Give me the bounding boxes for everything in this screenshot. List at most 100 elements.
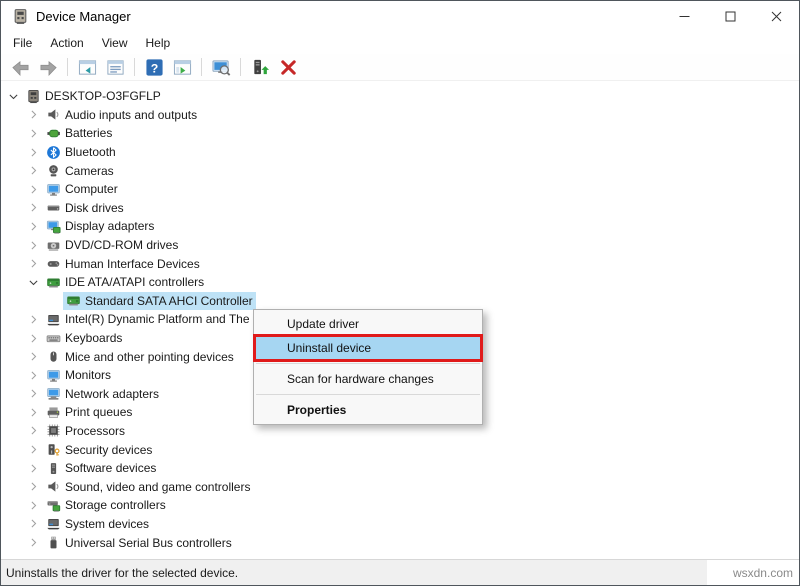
menu-view[interactable]: View xyxy=(93,33,137,53)
update-driver-icon xyxy=(251,58,270,77)
tree-item-label: DESKTOP-O3FGFLP xyxy=(43,89,161,103)
window-title: Device Manager xyxy=(36,9,131,24)
tree-item-label: Security devices xyxy=(63,443,152,457)
tree-item-computer[interactable]: Computer xyxy=(1,180,799,199)
tree-item-batteries[interactable]: Batteries xyxy=(1,124,799,143)
help-button[interactable]: ? xyxy=(141,55,167,79)
console-tree-icon xyxy=(78,58,97,77)
chevron-collapsed-icon[interactable] xyxy=(23,403,43,421)
forward-icon xyxy=(39,58,58,77)
chevron-spacer xyxy=(43,292,63,310)
chevron-collapsed-icon[interactable] xyxy=(23,255,43,273)
properties-button[interactable] xyxy=(102,55,128,79)
window-controls xyxy=(661,1,799,32)
chevron-collapsed-icon[interactable] xyxy=(23,515,43,533)
menu-action[interactable]: Action xyxy=(41,33,92,53)
scan-for-hardware-changes-button[interactable] xyxy=(208,55,234,79)
tree-item-label: Disk drives xyxy=(63,201,124,215)
minimize-button[interactable] xyxy=(661,1,707,32)
tree-item-ide-ata-atapi-controllers[interactable]: IDE ATA/ATAPI controllers xyxy=(1,273,799,292)
tree-item-universal-serial-bus-controllers[interactable]: Universal Serial Bus controllers xyxy=(1,533,799,552)
tree-item-security-devices[interactable]: Security devices xyxy=(1,440,799,459)
tree-item-label: Network adapters xyxy=(63,387,159,401)
forward-button[interactable] xyxy=(35,55,61,79)
chevron-collapsed-icon[interactable] xyxy=(23,106,43,124)
chevron-expanded-icon[interactable] xyxy=(23,273,43,291)
tree-item-audio-inputs-and-outputs[interactable]: Audio inputs and outputs xyxy=(1,106,799,125)
camera-icon xyxy=(43,162,63,180)
chevron-collapsed-icon[interactable] xyxy=(23,199,43,217)
tree-item-label: DVD/CD-ROM drives xyxy=(63,238,178,252)
status-text: Uninstalls the driver for the selected d… xyxy=(6,566,238,580)
tree-item-label: System devices xyxy=(63,517,149,531)
keyboard-icon xyxy=(43,329,63,347)
chevron-collapsed-icon[interactable] xyxy=(23,459,43,477)
chevron-collapsed-icon[interactable] xyxy=(23,366,43,384)
chevron-collapsed-icon[interactable] xyxy=(23,217,43,235)
chevron-collapsed-icon[interactable] xyxy=(23,162,43,180)
tree-item-cameras[interactable]: Cameras xyxy=(1,161,799,180)
tree-item-storage-controllers[interactable]: Storage controllers xyxy=(1,496,799,515)
tree-item-dvd-cd-rom-drives[interactable]: DVD/CD-ROM drives xyxy=(1,236,799,255)
status-bar: Uninstalls the driver for the selected d… xyxy=(1,559,799,585)
toolbar-separator xyxy=(201,58,202,76)
tree-item-label: Monitors xyxy=(63,368,111,382)
tree-item-label: Batteries xyxy=(63,126,112,140)
context-menu-item-uninstall-device[interactable]: Uninstall device xyxy=(254,336,482,360)
chevron-collapsed-icon[interactable] xyxy=(23,329,43,347)
tree-item-sound-video-and-game-controllers[interactable]: Sound, video and game controllers xyxy=(1,477,799,496)
disk-icon xyxy=(43,199,63,217)
device-manager-window: Device Manager File Action View Help ? D… xyxy=(0,0,800,586)
chevron-collapsed-icon[interactable] xyxy=(23,236,43,254)
display-adapter-icon xyxy=(43,217,63,235)
chevron-collapsed-icon[interactable] xyxy=(23,124,43,142)
tree-item-standard-sata-ahci-controller[interactable]: Standard SATA AHCI Controller xyxy=(1,292,799,311)
tree-item-system-devices[interactable]: System devices xyxy=(1,515,799,534)
tree-item-software-devices[interactable]: Software devices xyxy=(1,459,799,478)
chevron-expanded-icon[interactable] xyxy=(3,87,23,105)
context-menu: Update driverUninstall device Scan for ha… xyxy=(253,309,483,425)
uninstall-device-button[interactable] xyxy=(275,55,301,79)
back-button[interactable] xyxy=(7,55,33,79)
device-manager-app-icon xyxy=(12,8,29,25)
chevron-collapsed-icon[interactable] xyxy=(23,478,43,496)
tree-item-label: Computer xyxy=(63,182,118,196)
show-action-pane-button[interactable] xyxy=(169,55,195,79)
menu-file[interactable]: File xyxy=(4,33,41,53)
chevron-collapsed-icon[interactable] xyxy=(23,534,43,552)
storage-icon xyxy=(43,496,63,514)
close-button[interactable] xyxy=(753,1,799,32)
chevron-collapsed-icon[interactable] xyxy=(23,496,43,514)
chevron-collapsed-icon[interactable] xyxy=(23,143,43,161)
chevron-collapsed-icon[interactable] xyxy=(23,180,43,198)
maximize-button[interactable] xyxy=(707,1,753,32)
toolbar-separator xyxy=(67,58,68,76)
context-menu-item-scan-for-hardware-changes[interactable]: Scan for hardware changes xyxy=(254,367,482,391)
context-menu-item-update-driver[interactable]: Update driver xyxy=(254,312,482,336)
tree-item-label: Intel(R) Dynamic Platform and The xyxy=(63,312,250,326)
tree-item-disk-drives[interactable]: Disk drives xyxy=(1,199,799,218)
bluetooth-icon xyxy=(43,143,63,161)
tree-item-label: IDE ATA/ATAPI controllers xyxy=(63,275,204,289)
system-device-icon xyxy=(43,310,63,328)
processor-icon xyxy=(43,422,63,440)
chevron-collapsed-icon[interactable] xyxy=(23,422,43,440)
menu-help[interactable]: Help xyxy=(137,33,180,53)
chevron-collapsed-icon[interactable] xyxy=(23,385,43,403)
tree-item-label: Bluetooth xyxy=(63,145,116,159)
tree-item-bluetooth[interactable]: Bluetooth xyxy=(1,143,799,162)
update-driver-button[interactable] xyxy=(247,55,273,79)
context-menu-separator xyxy=(256,394,480,395)
back-icon xyxy=(11,58,30,77)
chevron-collapsed-icon[interactable] xyxy=(23,310,43,328)
chevron-collapsed-icon[interactable] xyxy=(23,441,43,459)
tree-item-human-interface-devices[interactable]: Human Interface Devices xyxy=(1,254,799,273)
tree-item-desktop-o3fgflp[interactable]: DESKTOP-O3FGFLP xyxy=(1,87,799,106)
chevron-collapsed-icon[interactable] xyxy=(23,348,43,366)
security-icon xyxy=(43,441,63,459)
toolbar: ? xyxy=(1,54,799,81)
tree-item-label: Standard SATA AHCI Controller xyxy=(83,294,253,308)
context-menu-item-properties[interactable]: Properties xyxy=(254,398,482,422)
tree-item-display-adapters[interactable]: Display adapters xyxy=(1,217,799,236)
show-console-tree-button[interactable] xyxy=(74,55,100,79)
